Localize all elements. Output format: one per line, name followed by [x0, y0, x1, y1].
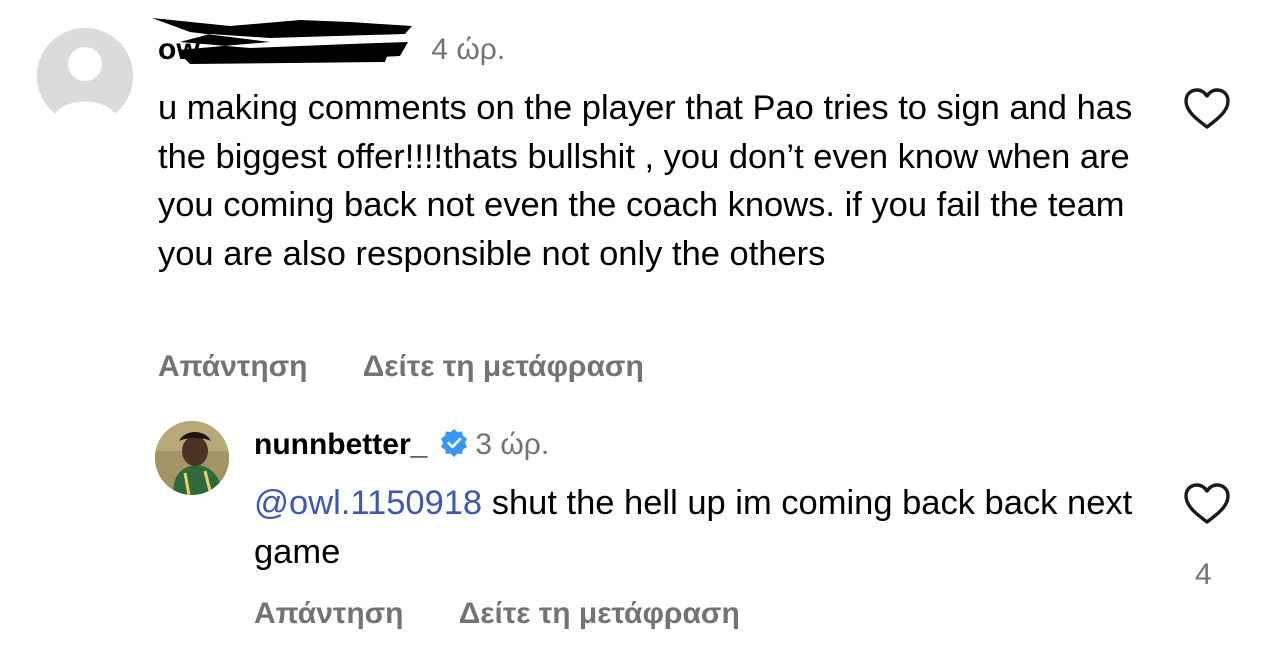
reply-button[interactable]: Απάντηση — [158, 350, 308, 383]
reply-actions: Απάντηση Δείτε τη μετάφραση — [254, 597, 788, 631]
like-count[interactable]: 4 — [1195, 558, 1212, 592]
comment-actions: Απάντηση Δείτε τη μετάφραση — [158, 350, 692, 384]
redaction-scribble — [152, 18, 412, 64]
like-button[interactable] — [1183, 87, 1231, 131]
reply-username[interactable]: nunnbetter_ — [254, 428, 427, 461]
avatar[interactable] — [155, 421, 229, 495]
reply-button[interactable]: Απάντηση — [254, 597, 404, 630]
profile-photo — [155, 421, 229, 495]
mention-link[interactable]: @owl.1150918 — [254, 484, 482, 522]
reply-header: nunnbetter_ 3 ώρ. — [254, 427, 549, 463]
see-translation-button[interactable]: Δείτε τη μετάφραση — [363, 350, 644, 383]
heart-outline-icon — [1184, 88, 1230, 129]
comment-timestamp: 4 ώρ. — [431, 33, 506, 66]
like-button[interactable] — [1183, 482, 1231, 526]
see-translation-button[interactable]: Δείτε τη μετάφραση — [459, 597, 740, 630]
default-avatar-icon — [37, 28, 133, 124]
reply-timestamp: 3 ώρ. — [475, 428, 550, 461]
reply-text: @owl.1150918 shut the hell up im coming … — [254, 479, 1154, 576]
verified-badge-icon — [441, 429, 468, 457]
avatar[interactable] — [37, 28, 133, 124]
heart-outline-icon — [1184, 483, 1230, 524]
comment-text: u making comments on the player that Pao… — [158, 89, 1133, 273]
comment-thread: { "comment": { "username": "ow", "time":… — [0, 0, 1282, 649]
